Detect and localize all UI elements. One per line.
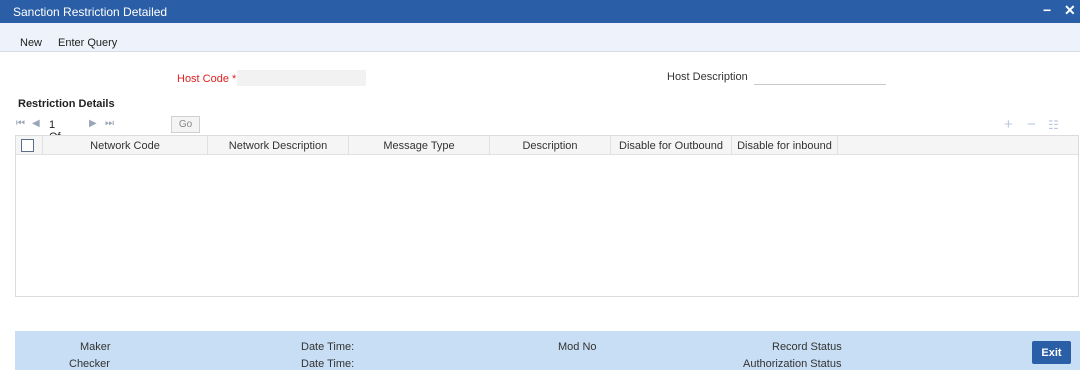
close-icon[interactable]: ✕ — [1064, 2, 1076, 19]
column-header-disable-inbound: Disable for inbound — [737, 140, 832, 152]
window-title: Sanction Restriction Detailed — [13, 5, 168, 19]
go-button[interactable]: Go — [171, 116, 200, 133]
first-page-icon[interactable]: ⏮ — [16, 118, 25, 129]
delete-row-icon[interactable]: − — [1027, 116, 1036, 133]
page-number-input[interactable] — [132, 117, 168, 136]
host-description-label: Host Description — [667, 71, 748, 83]
column-header-message-type: Message Type — [383, 140, 455, 152]
menu-enter-query[interactable]: Enter Query — [58, 37, 117, 49]
single-view-icon[interactable]: ☷ — [1048, 118, 1059, 132]
restriction-details-table: Network Code Network Description Message… — [15, 135, 1079, 297]
window-titlebar: Sanction Restriction Detailed − ✕ — [0, 0, 1080, 23]
mod-no-label: Mod No — [558, 341, 597, 353]
maker-datetime-label: Date Time: — [301, 341, 355, 353]
record-status-label: Record Status — [772, 341, 842, 353]
audit-footer: Maker Checker Date Time: Date Time: Mod … — [15, 331, 1080, 370]
table-header: Network Code Network Description Message… — [16, 136, 1078, 155]
minimize-icon[interactable]: − — [1043, 2, 1051, 18]
checker-label: Checker — [69, 358, 110, 370]
restriction-details-title: Restriction Details — [18, 98, 115, 110]
select-all-checkbox[interactable] — [21, 139, 34, 152]
exit-button[interactable]: Exit — [1032, 341, 1071, 364]
last-page-icon[interactable]: ⏭ — [105, 118, 114, 129]
next-page-icon[interactable]: ▶ — [89, 118, 97, 129]
column-header-disable-outbound: Disable for Outbound — [619, 140, 723, 152]
column-header-network-description: Network Description — [228, 140, 328, 152]
previous-page-icon[interactable]: ◀ — [32, 118, 40, 129]
add-row-icon[interactable]: + — [1004, 116, 1013, 133]
menu-new[interactable]: New — [20, 37, 42, 49]
required-marker: * — [232, 73, 237, 85]
host-code-field[interactable] — [237, 70, 366, 86]
maker-label: Maker — [80, 341, 111, 353]
host-description-field[interactable] — [754, 69, 886, 85]
column-header-network-code: Network Code — [90, 140, 160, 152]
checker-datetime-label: Date Time: — [301, 358, 355, 370]
menubar: New Enter Query — [0, 23, 1080, 52]
authorization-status-label: Authorization Status — [743, 358, 842, 370]
column-header-description: Description — [522, 140, 578, 152]
host-code-label: Host Code * — [177, 73, 237, 85]
